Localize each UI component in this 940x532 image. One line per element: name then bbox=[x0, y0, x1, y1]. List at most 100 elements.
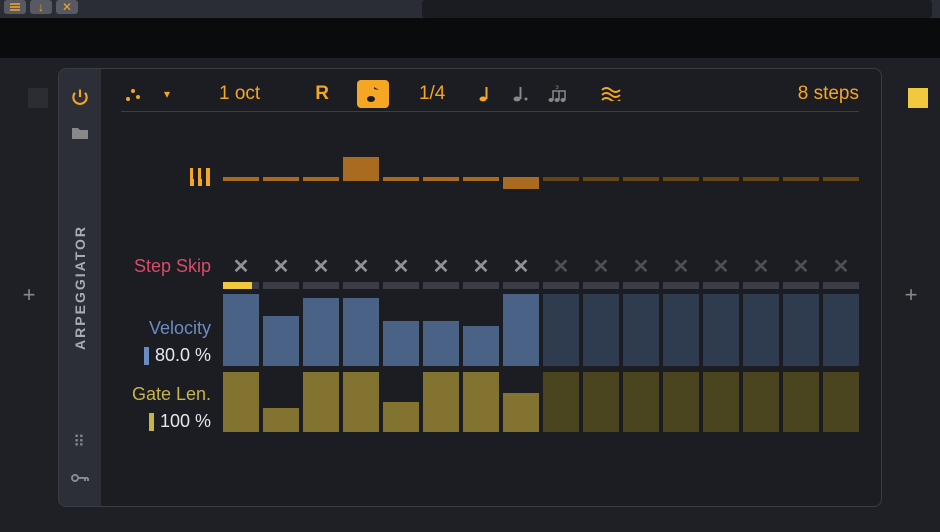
step-skip-toggle[interactable]: ✕ bbox=[303, 254, 339, 279]
spacer-bar bbox=[0, 18, 940, 58]
folder-icon[interactable] bbox=[68, 121, 92, 145]
step-indicator bbox=[783, 282, 819, 289]
velocity-step[interactable] bbox=[543, 294, 579, 366]
step-position-lane bbox=[121, 282, 859, 289]
pattern-dropdown-icon[interactable]: ▾ bbox=[155, 82, 179, 106]
gate-step[interactable] bbox=[543, 372, 579, 432]
velocity-step[interactable] bbox=[503, 294, 539, 366]
velocity-step[interactable] bbox=[743, 294, 779, 366]
gate-step[interactable] bbox=[263, 372, 299, 432]
pitch-step[interactable] bbox=[303, 149, 339, 209]
gate-step[interactable] bbox=[223, 372, 259, 432]
add-device-left[interactable]: + bbox=[0, 58, 58, 532]
pitch-step[interactable] bbox=[343, 149, 379, 209]
step-indicator bbox=[703, 282, 739, 289]
velocity-step[interactable] bbox=[703, 294, 739, 366]
gate-step[interactable] bbox=[383, 372, 419, 432]
velocity-step[interactable] bbox=[223, 294, 259, 366]
gate-step[interactable] bbox=[823, 372, 859, 432]
toolbar-btn-3[interactable]: ✕ bbox=[56, 0, 78, 14]
pitch-step[interactable] bbox=[223, 149, 259, 209]
pitch-step[interactable] bbox=[783, 149, 819, 209]
drag-handle-icon[interactable]: ⠿ bbox=[68, 430, 92, 454]
key-icon[interactable] bbox=[68, 466, 92, 490]
velocity-step[interactable] bbox=[783, 294, 819, 366]
pitch-step[interactable] bbox=[623, 149, 659, 209]
velocity-step[interactable] bbox=[343, 294, 379, 366]
velocity-step[interactable] bbox=[263, 294, 299, 366]
pitch-step[interactable] bbox=[263, 149, 299, 209]
velocity-step[interactable] bbox=[623, 294, 659, 366]
step-skip-toggle[interactable]: ✕ bbox=[783, 254, 819, 279]
velocity-step[interactable] bbox=[423, 294, 459, 366]
velocity-step[interactable] bbox=[583, 294, 619, 366]
velocity-step[interactable] bbox=[463, 294, 499, 366]
pitch-step[interactable] bbox=[663, 149, 699, 209]
step-skip-toggle[interactable]: ✕ bbox=[343, 254, 379, 279]
rate-field[interactable]: 1/4 bbox=[419, 83, 445, 105]
pattern-icon[interactable] bbox=[121, 82, 145, 106]
step-indicator bbox=[383, 282, 419, 289]
steps-field[interactable]: 8 steps bbox=[798, 83, 859, 105]
step-skip-toggle[interactable]: ✕ bbox=[503, 254, 539, 279]
gate-step[interactable] bbox=[743, 372, 779, 432]
note-dotted-icon[interactable] bbox=[509, 82, 533, 106]
velocity-step[interactable] bbox=[823, 294, 859, 366]
gate-step[interactable] bbox=[783, 372, 819, 432]
step-skip-toggle[interactable]: ✕ bbox=[583, 254, 619, 279]
wave-icon[interactable] bbox=[599, 82, 623, 106]
step-skip-toggle[interactable]: ✕ bbox=[823, 254, 859, 279]
pitch-step[interactable] bbox=[743, 149, 779, 209]
step-skip-toggle[interactable]: ✕ bbox=[623, 254, 659, 279]
step-indicator bbox=[343, 282, 379, 289]
step-indicator bbox=[583, 282, 619, 289]
gate-step[interactable] bbox=[703, 372, 739, 432]
pitch-step[interactable] bbox=[543, 149, 579, 209]
pitch-step[interactable] bbox=[583, 149, 619, 209]
pitch-step[interactable] bbox=[703, 149, 739, 209]
step-skip-toggle[interactable]: ✕ bbox=[263, 254, 299, 279]
velocity-value[interactable]: 80.0 % bbox=[155, 345, 211, 366]
toolbar-btn-2[interactable]: ↓ bbox=[30, 0, 52, 14]
pitch-step[interactable] bbox=[423, 149, 459, 209]
step-skip-toggle[interactable]: ✕ bbox=[383, 254, 419, 279]
velocity-step[interactable] bbox=[663, 294, 699, 366]
velocity-step[interactable] bbox=[383, 294, 419, 366]
octave-field[interactable]: 1 oct bbox=[219, 83, 260, 105]
velocity-step[interactable] bbox=[303, 294, 339, 366]
step-skip-toggle[interactable]: ✕ bbox=[543, 254, 579, 279]
left-color-swatch bbox=[28, 88, 48, 108]
gate-value[interactable]: 100 % bbox=[160, 411, 211, 432]
retrigger-button[interactable]: R bbox=[315, 83, 329, 105]
pitch-step[interactable] bbox=[463, 149, 499, 209]
side-rail: ARPEGGIATOR ⠿ bbox=[59, 69, 101, 506]
step-skip-toggle[interactable]: ✕ bbox=[463, 254, 499, 279]
gate-step[interactable] bbox=[503, 372, 539, 432]
step-indicator bbox=[743, 282, 779, 289]
module-title: ARPEGGIATOR bbox=[72, 225, 88, 350]
top-right-panel bbox=[422, 0, 932, 18]
velocity-minibar bbox=[144, 347, 149, 365]
step-skip-toggle[interactable]: ✕ bbox=[743, 254, 779, 279]
note-triplet-icon[interactable]: 3 bbox=[545, 82, 569, 106]
gate-step[interactable] bbox=[423, 372, 459, 432]
gate-step[interactable] bbox=[303, 372, 339, 432]
note-mode-button[interactable] bbox=[357, 80, 389, 108]
step-skip-toggle[interactable]: ✕ bbox=[423, 254, 459, 279]
step-skip-lane: Step Skip ✕✕✕✕✕✕✕✕✕✕✕✕✕✕✕✕ bbox=[121, 254, 859, 279]
gate-step[interactable] bbox=[343, 372, 379, 432]
gate-step[interactable] bbox=[623, 372, 659, 432]
step-skip-toggle[interactable]: ✕ bbox=[703, 254, 739, 279]
step-skip-toggle[interactable]: ✕ bbox=[223, 254, 259, 279]
step-skip-toggle[interactable]: ✕ bbox=[663, 254, 699, 279]
toolbar-btn-1[interactable] bbox=[4, 0, 26, 14]
gate-step[interactable] bbox=[663, 372, 699, 432]
gate-step[interactable] bbox=[583, 372, 619, 432]
pitch-step[interactable] bbox=[503, 149, 539, 209]
pitch-step[interactable] bbox=[383, 149, 419, 209]
add-device-right[interactable]: + bbox=[882, 58, 940, 532]
power-button[interactable] bbox=[68, 85, 92, 109]
pitch-step[interactable] bbox=[823, 149, 859, 209]
gate-step[interactable] bbox=[463, 372, 499, 432]
note-straight-icon[interactable] bbox=[473, 82, 497, 106]
